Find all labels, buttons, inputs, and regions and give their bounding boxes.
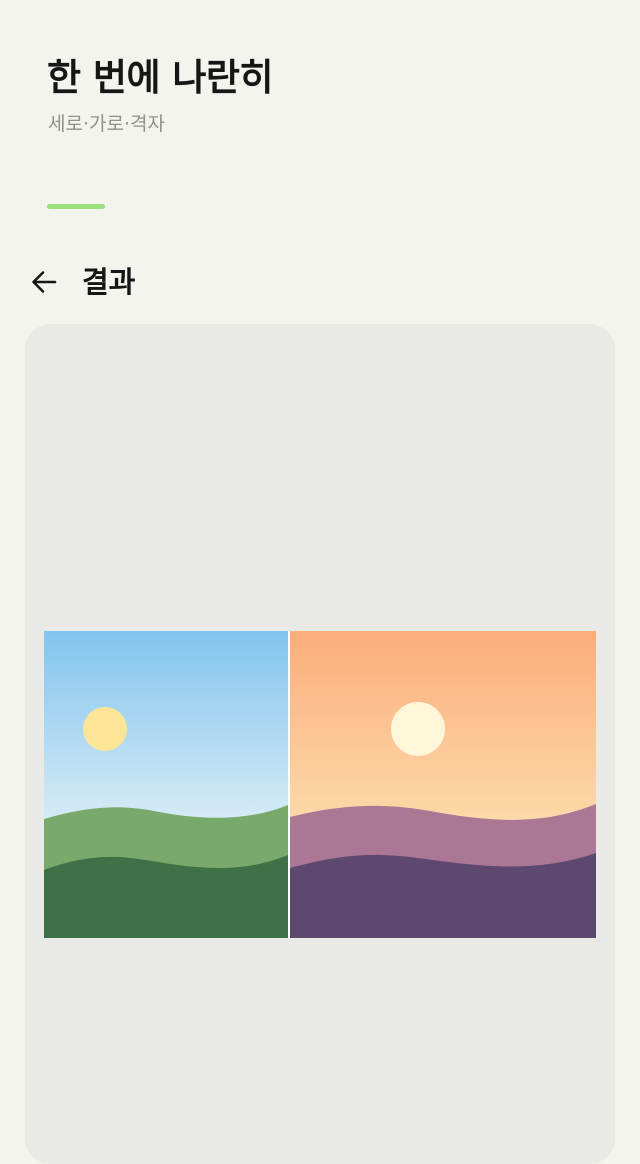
back-button[interactable]: [22, 262, 66, 302]
combined-result-image: [44, 631, 596, 938]
sun-shape: [391, 702, 445, 756]
result-title: 결과: [82, 265, 136, 299]
arrow-left-icon: [32, 271, 57, 293]
app-title: 한 번에 나란히: [47, 56, 274, 99]
progress-indicator: [47, 204, 105, 209]
front-hill-shape: [290, 853, 596, 938]
front-hill-shape: [44, 855, 288, 938]
sun-shape: [83, 707, 127, 751]
app-subtitle: 세로·가로·격자: [48, 113, 165, 135]
daytime-landscape-image: [44, 631, 288, 938]
sunset-landscape-image: [290, 631, 596, 938]
